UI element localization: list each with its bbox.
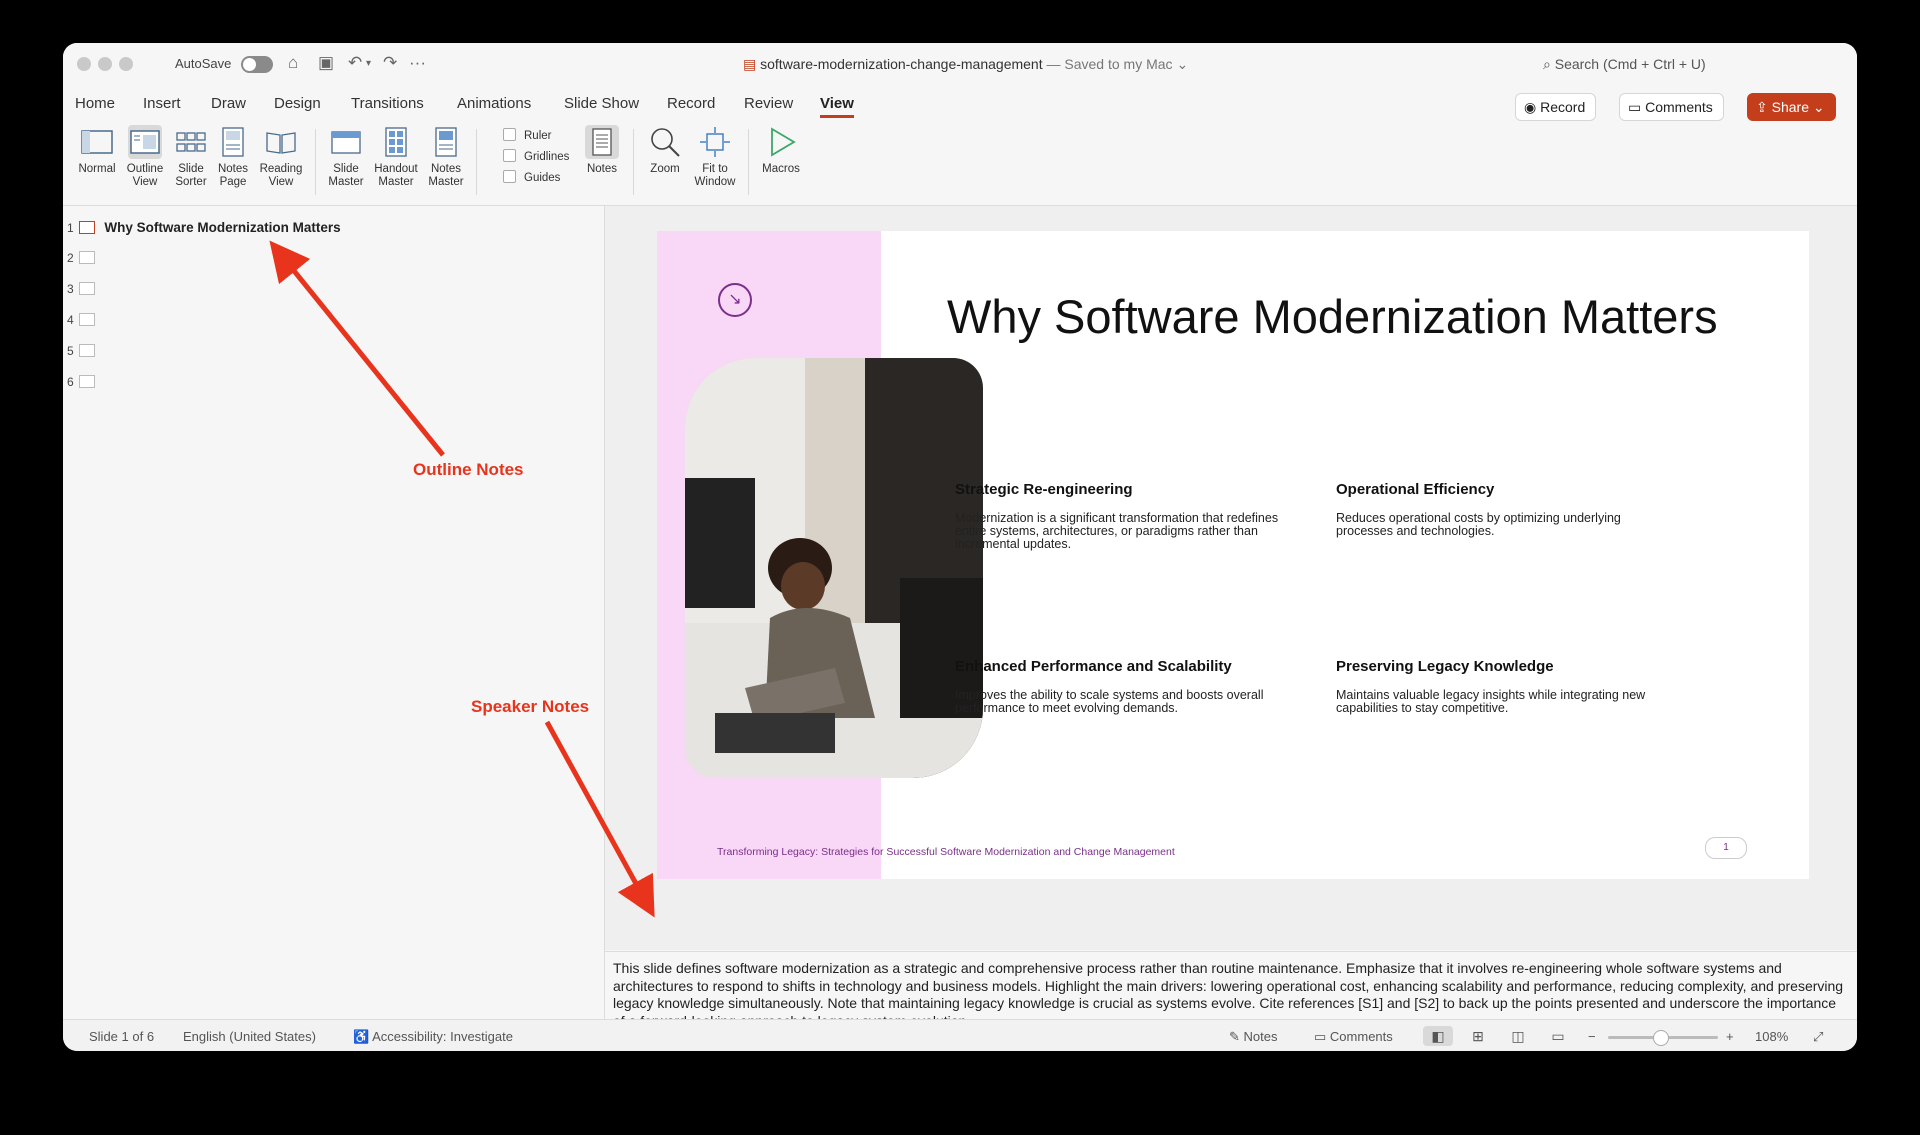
- annotation-arrows: [269, 240, 655, 918]
- speaker-notes-annotation: Speaker Notes: [471, 697, 590, 716]
- speaker-notes-arrow: [544, 720, 655, 918]
- outline-notes-arrow: [269, 240, 445, 457]
- outline-notes-annotation: Outline Notes: [413, 460, 524, 479]
